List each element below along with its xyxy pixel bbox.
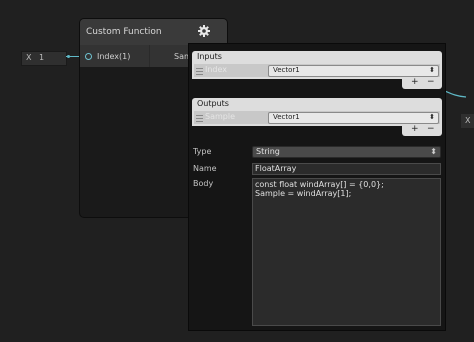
output-name[interactable]: Sample [205,112,235,121]
updown-arrow-icon: ⬍ [429,113,435,121]
input-port-icon[interactable] [85,53,92,60]
output-type-value: Vector1 [273,113,300,121]
output-row[interactable]: Sample Vector1 ⬍ [192,111,442,126]
outputs-section-header: Outputs [192,98,442,111]
name-field[interactable]: FloatArray [252,163,441,175]
drag-handle-icon[interactable] [196,68,203,75]
drag-handle-icon[interactable] [196,115,203,122]
input-type-dropdown[interactable]: Vector1 ⬍ [268,65,439,77]
inputs-header-label: Inputs [197,52,222,61]
port-divider [149,45,150,67]
inputs-section-header: Inputs [192,51,442,64]
type-label: Type [193,147,212,156]
remove-input-button[interactable]: − [427,77,435,87]
output-type-dropdown[interactable]: Vector1 ⬍ [268,112,439,124]
axis-value[interactable]: 1 [39,53,44,62]
type-dropdown[interactable]: String ⬍ [252,146,441,158]
vector1-input-x[interactable]: X 1 [21,51,67,66]
vector1-input-x-right[interactable]: X [461,114,474,128]
add-input-button[interactable]: + [411,77,419,87]
node-header[interactable]: Custom Function [80,19,227,45]
body-textarea[interactable]: const float windArray[] = {0,0}; Sample … [252,178,441,326]
gear-icon[interactable] [198,25,210,37]
input-type-value: Vector1 [273,66,300,74]
name-label: Name [193,164,217,173]
body-line: Sample = windArray[1]; [255,189,352,198]
updown-arrow-icon: ⬍ [430,147,437,156]
updown-arrow-icon: ⬍ [429,66,435,74]
input-port-label: Index(1) [97,52,131,61]
connection-dot [67,55,70,58]
axis-label: X [465,116,471,125]
body-line: const float windArray[] = {0,0}; [255,180,384,189]
custom-function-settings-panel: Inputs Index Vector1 ⬍ + − Outputs Sampl… [188,43,446,331]
input-row[interactable]: Index Vector1 ⬍ [192,64,442,79]
outputs-header-label: Outputs [197,99,229,108]
add-output-button[interactable]: + [411,124,419,134]
axis-label: X [26,53,32,62]
outputs-add-remove: + − [402,124,442,136]
remove-output-button[interactable]: − [427,124,435,134]
input-name[interactable]: Index [205,65,227,74]
inputs-add-remove: + − [402,77,442,89]
type-value: String [256,147,280,156]
node-title: Custom Function [86,27,162,37]
name-value: FloatArray [255,164,297,173]
body-label: Body [193,179,214,188]
